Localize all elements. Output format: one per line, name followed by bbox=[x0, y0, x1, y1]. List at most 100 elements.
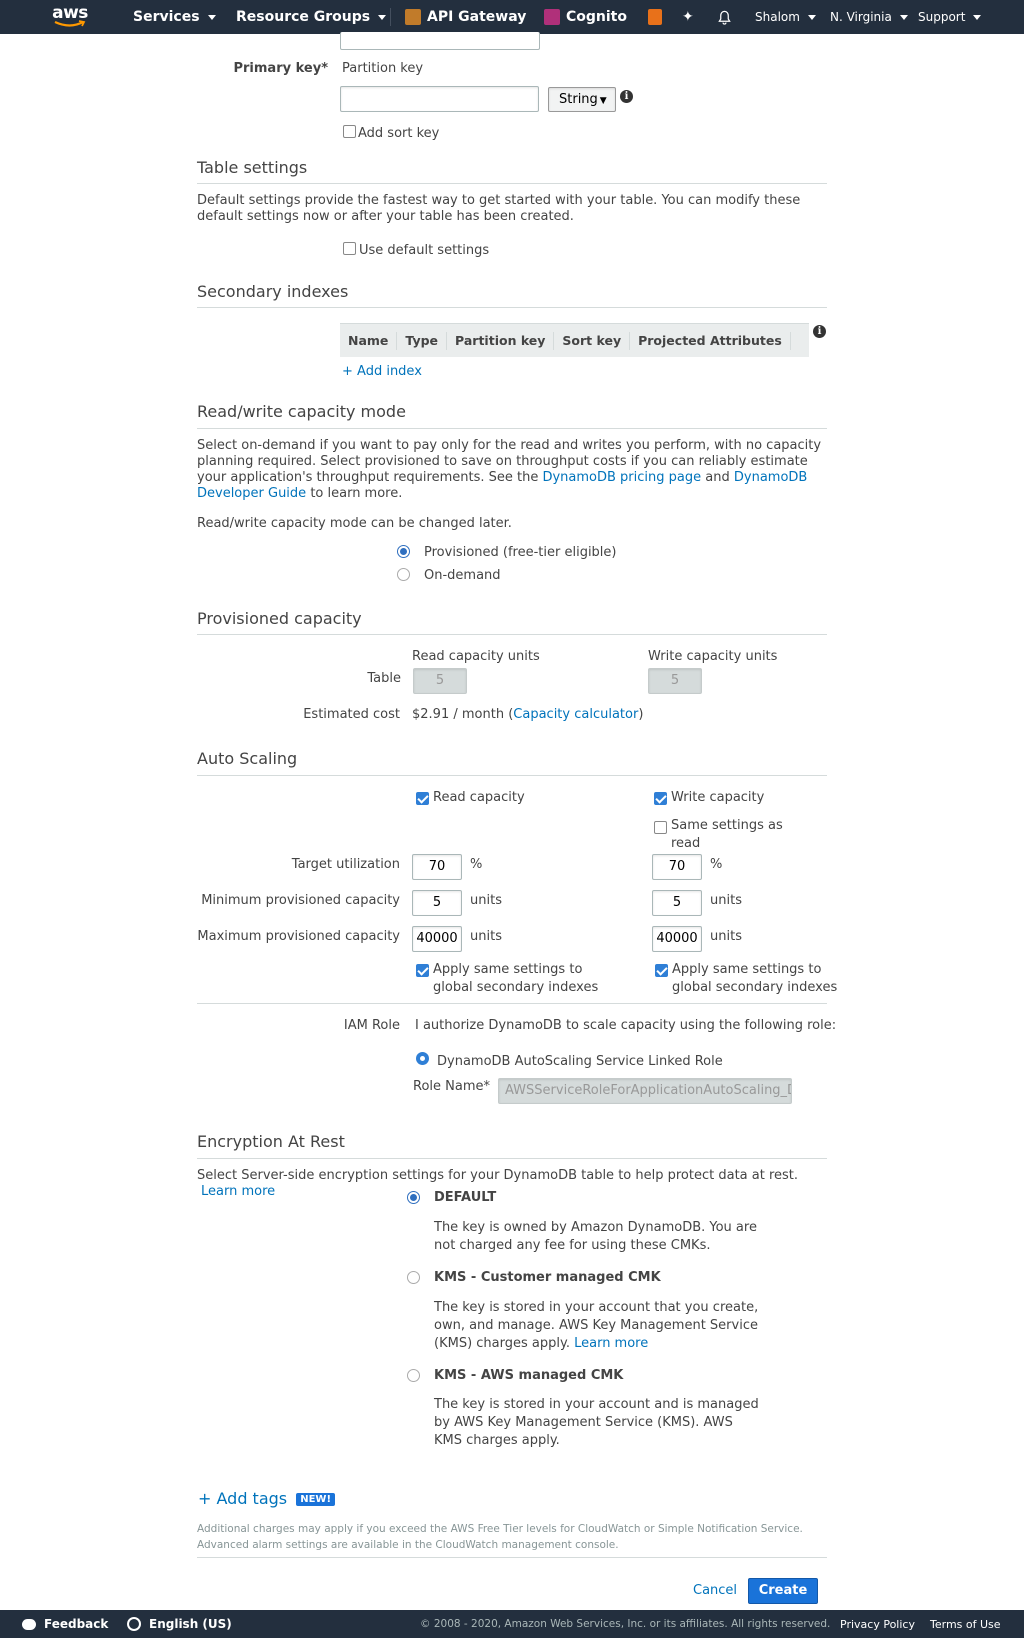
region-menu[interactable]: N. Virginia bbox=[830, 0, 908, 34]
table-name-input-partial[interactable] bbox=[340, 32, 540, 50]
default-desc-line-2: not charged any fee for using these CMKs… bbox=[434, 1238, 711, 1253]
encryption-default-title: DEFAULT bbox=[434, 1190, 497, 1205]
column-header-sort-key[interactable]: Sort key bbox=[554, 331, 631, 350]
pin-button[interactable]: ✦ bbox=[682, 0, 694, 34]
same-settings-as-read-label: Same settings as read bbox=[671, 817, 783, 853]
on-demand-label: On-demand bbox=[424, 568, 501, 583]
capacity-mode-heading: Read/write capacity mode bbox=[197, 402, 406, 421]
apply-line-2: global secondary indexes bbox=[672, 980, 838, 995]
create-button[interactable]: Create bbox=[748, 1578, 818, 1604]
add-sort-key-label: Add sort key bbox=[358, 126, 440, 141]
estimated-cost-value: $2.91 / month (Capacity calculator) bbox=[412, 707, 643, 722]
nav-divider bbox=[390, 8, 391, 26]
same-settings-line-1: Same settings as bbox=[671, 818, 783, 833]
divider bbox=[197, 1557, 827, 1558]
use-default-settings-checkbox[interactable] bbox=[343, 242, 356, 255]
provisioned-radio[interactable] bbox=[397, 545, 410, 558]
column-header-partition-key[interactable]: Partition key bbox=[447, 331, 555, 350]
chevron-down-icon bbox=[899, 14, 908, 20]
language-label: English (US) bbox=[149, 1617, 232, 1631]
chevron-down-icon bbox=[378, 14, 387, 20]
resource-groups-menu[interactable]: Resource Groups bbox=[236, 0, 387, 34]
tags-note: Additional charges may apply if you exce… bbox=[197, 1521, 827, 1553]
write-maximum-capacity-input[interactable]: 40000 bbox=[652, 926, 702, 952]
kms-customer-desc-line-3-wrap: (KMS) charges apply. Learn more bbox=[434, 1335, 758, 1353]
aws-logo[interactable]: aws bbox=[52, 4, 88, 30]
write-capacity-units-input[interactable]: 5 bbox=[648, 668, 702, 694]
auto-scaling-heading: Auto Scaling bbox=[197, 749, 298, 768]
add-tags-link[interactable]: + Add tags bbox=[198, 1489, 287, 1508]
capacity-calculator-link[interactable]: Capacity calculator bbox=[513, 707, 638, 722]
read-maximum-capacity-input[interactable]: 40000 bbox=[412, 926, 462, 952]
terms-of-use-link[interactable]: Terms of Use bbox=[930, 1610, 1001, 1638]
notifications-button[interactable] bbox=[717, 0, 732, 34]
apply-line-1: Apply same settings to bbox=[672, 962, 822, 977]
table-settings-description: Default settings provide the fastest way… bbox=[197, 193, 801, 224]
iam-role-label: IAM Role bbox=[343, 1018, 400, 1033]
encryption-kms-customer-radio[interactable] bbox=[407, 1271, 420, 1284]
encryption-default-description: The key is owned by Amazon DynamoDB. You… bbox=[434, 1219, 757, 1255]
info-icon[interactable]: i bbox=[620, 90, 633, 103]
column-header-projected-attributes[interactable]: Projected Attributes bbox=[630, 331, 791, 350]
footer-bar: Feedback English (US) © 2008 - 2020, Ama… bbox=[0, 1610, 1024, 1638]
partition-key-label: Partition key bbox=[342, 61, 424, 76]
encryption-kms-aws-title: KMS - AWS managed CMK bbox=[434, 1368, 624, 1383]
services-menu[interactable]: Services bbox=[133, 0, 216, 34]
divider bbox=[197, 1158, 827, 1159]
encryption-default-radio[interactable] bbox=[407, 1191, 420, 1204]
encryption-heading: Encryption At Rest bbox=[197, 1132, 345, 1151]
column-header-type[interactable]: Type bbox=[397, 331, 448, 350]
user-menu[interactable]: Shalom bbox=[755, 0, 816, 34]
language-selector[interactable]: English (US) bbox=[127, 1610, 232, 1638]
divider bbox=[197, 183, 827, 184]
top-nav-bar: aws Services Resource Groups API Gateway… bbox=[0, 0, 1024, 34]
kms-customer-learn-more-link[interactable]: Learn more bbox=[574, 1336, 648, 1351]
pin-icon: ✦ bbox=[682, 9, 694, 25]
support-menu[interactable]: Support bbox=[918, 0, 982, 34]
role-name-input[interactable]: AWSServiceRoleForApplicationAutoScaling_… bbox=[498, 1078, 792, 1104]
write-target-utilization-input[interactable]: 70 bbox=[652, 854, 702, 880]
info-icon[interactable]: i bbox=[813, 325, 826, 338]
paren-close: ) bbox=[638, 707, 644, 722]
cognito-shortcut[interactable]: Cognito bbox=[544, 0, 627, 34]
cancel-button[interactable]: Cancel bbox=[693, 1583, 737, 1598]
write-capacity-checkbox[interactable] bbox=[654, 792, 667, 805]
divider bbox=[197, 634, 827, 635]
encryption-desc-text: Select Server-side encryption settings f… bbox=[197, 1168, 799, 1183]
api-gateway-label: API Gateway bbox=[427, 9, 527, 25]
cognito-icon bbox=[544, 9, 560, 25]
encryption-description: Select Server-side encryption settings f… bbox=[197, 1168, 827, 1200]
read-capacity-units-input[interactable]: 5 bbox=[413, 668, 467, 694]
column-header-name[interactable]: Name bbox=[340, 331, 398, 350]
on-demand-radio[interactable] bbox=[397, 568, 410, 581]
add-index-link[interactable]: + Add index bbox=[342, 364, 422, 379]
write-minimum-capacity-input[interactable]: 5 bbox=[652, 890, 702, 916]
read-capacity-checkbox[interactable] bbox=[416, 792, 429, 805]
privacy-policy-link[interactable]: Privacy Policy bbox=[840, 1610, 915, 1638]
write-apply-gsi-label: Apply same settings to global secondary … bbox=[672, 961, 837, 997]
partition-key-input[interactable] bbox=[340, 86, 539, 112]
chevron-down-icon: ▼ bbox=[599, 96, 607, 106]
encryption-kms-aws-radio[interactable] bbox=[407, 1369, 420, 1382]
kms-customer-desc-line-2: own, and manage. AWS Key Management Serv… bbox=[434, 1318, 758, 1333]
add-sort-key-checkbox[interactable] bbox=[343, 125, 356, 138]
service-shortcut-orange[interactable] bbox=[648, 0, 668, 34]
read-minimum-capacity-input[interactable]: 5 bbox=[412, 890, 462, 916]
capacity-mode-change-note: Read/write capacity mode can be changed … bbox=[197, 516, 512, 531]
support-label: Support bbox=[918, 10, 966, 24]
dynamodb-pricing-link[interactable]: DynamoDB pricing page bbox=[542, 470, 701, 485]
same-settings-as-read-checkbox[interactable] bbox=[654, 821, 667, 834]
linked-role-radio[interactable] bbox=[416, 1052, 429, 1065]
encryption-kms-aws-description: The key is stored in your account and is… bbox=[434, 1396, 759, 1450]
feedback-button[interactable]: Feedback bbox=[22, 1610, 108, 1638]
write-apply-gsi-checkbox[interactable] bbox=[655, 964, 668, 977]
api-gateway-shortcut[interactable]: API Gateway bbox=[405, 0, 526, 34]
encryption-learn-more-link[interactable]: Learn more bbox=[201, 1184, 275, 1199]
kms-aws-desc-line-2: by AWS Key Management Service (KMS). AWS bbox=[434, 1415, 733, 1430]
read-apply-gsi-checkbox[interactable] bbox=[416, 964, 429, 977]
service-icon bbox=[648, 9, 662, 25]
key-type-select[interactable]: String ▼ bbox=[548, 87, 616, 112]
read-target-utilization-input[interactable]: 70 bbox=[412, 854, 462, 880]
default-desc-line-1: The key is owned by Amazon DynamoDB. You… bbox=[434, 1220, 757, 1235]
kms-customer-desc-line-1: The key is stored in your account that y… bbox=[434, 1300, 759, 1315]
